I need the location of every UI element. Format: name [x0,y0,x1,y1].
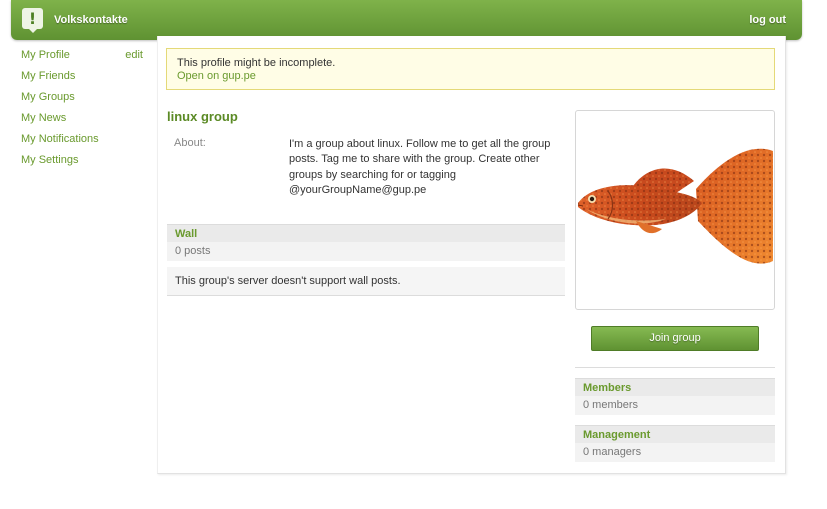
about-text: I'm a group about linux. Follow me to ge… [289,138,551,196]
sidebar-item-my-news-link[interactable]: My News [21,112,66,124]
sidebar-item-my-profile-link[interactable]: My Profile [21,49,70,61]
managers-count: 0 managers [575,443,775,462]
management-heading: Management [575,425,775,443]
sidebar-item-my-news: My News [21,111,146,132]
sidebar-item-my-groups: My Groups [21,90,146,111]
sidebar-item-my-notifications: My Notifications [21,132,146,153]
group-info-column: linux group About: I'm a group about lin… [167,108,565,296]
main-content-panel: This profile might be incomplete. Open o… [157,36,786,474]
group-side-column: Join group Members 0 members Management … [575,110,775,462]
sidebar-item-my-notifications-link[interactable]: My Notifications [21,133,99,145]
members-heading: Members [575,378,775,396]
sidebar-nav: My Profile edit My Friends My Groups My … [21,48,146,174]
wall-heading-link[interactable]: Wall [175,228,197,240]
wall-post-count: 0 posts [167,242,565,261]
site-logo-icon[interactable]: ! [22,8,43,33]
sidebar-item-my-profile: My Profile edit [21,48,146,69]
sidebar-item-my-friends-link[interactable]: My Friends [21,70,75,82]
wall-heading: Wall [167,224,565,242]
group-avatar-image [575,110,775,310]
group-title: linux group [167,109,238,124]
wall-unsupported-message: This group's server doesn't support wall… [167,267,565,296]
sidebar-item-my-groups-link[interactable]: My Groups [21,91,75,103]
join-area: Join group [575,310,775,368]
sidebar-item-my-settings-link[interactable]: My Settings [21,154,78,166]
notice-message: This profile might be incomplete. [177,57,336,69]
join-group-button[interactable]: Join group [591,326,759,351]
site-name-link[interactable]: Volkskontakte [54,14,128,26]
sidebar-item-my-settings: My Settings [21,153,146,174]
sidebar-item-my-friends: My Friends [21,69,146,90]
edit-profile-link[interactable]: edit [125,48,143,63]
open-remote-link[interactable]: Open on gup.pe [177,70,256,82]
logout-link[interactable]: log out [749,14,786,26]
members-heading-link[interactable]: Members [583,382,631,394]
top-header-bar: ! Volkskontakte log out [11,0,802,40]
about-label: About: [174,137,206,149]
members-count: 0 members [575,396,775,415]
management-heading-link[interactable]: Management [583,429,650,441]
guppy-fish-image [577,148,773,264]
about-row: About: I'm a group about linux. Follow m… [167,126,565,224]
incomplete-profile-notice: This profile might be incomplete. Open o… [166,48,775,90]
